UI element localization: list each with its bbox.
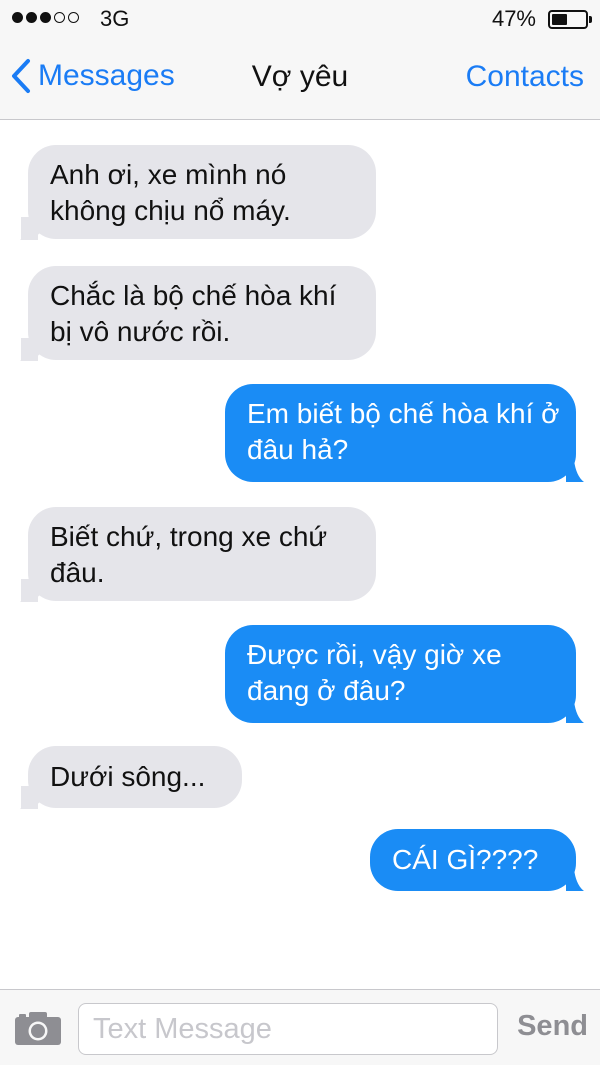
message-bubble-incoming[interactable]: Chắc là bộ chế hòa khí bị vô nước rồi. — [21, 266, 376, 360]
bubble-tail — [20, 339, 38, 361]
message-bubble-incoming[interactable]: Biết chứ, trong xe chứ đâu. — [21, 507, 376, 601]
signal-dot — [54, 12, 65, 23]
message-bubble-outgoing[interactable]: CÁI GÌ???? — [370, 829, 576, 891]
bubble-tail — [20, 580, 38, 602]
network-type: 3G — [100, 6, 130, 31]
message-bubble-outgoing[interactable]: Em biết bộ chế hòa khí ở đâu hả? — [225, 384, 576, 482]
signal-dot — [26, 12, 37, 23]
signal-dot — [40, 12, 51, 23]
contacts-button[interactable]: Contacts — [466, 60, 584, 94]
bubble-tail — [20, 218, 38, 240]
message-input-bar: Text Message Send — [0, 989, 600, 1065]
bubble-tail — [566, 460, 584, 482]
battery-level — [552, 14, 567, 25]
bubble-tail — [20, 787, 38, 809]
status-bar: 3G 47% — [0, 0, 600, 40]
bubble-tail — [566, 701, 584, 723]
signal-dot — [12, 12, 23, 23]
battery-percent: 47% — [491, 6, 536, 31]
message-bubble-outgoing[interactable]: Được rồi, vậy giờ xe đang ở đâu? — [225, 625, 576, 723]
signal-strength-icon — [12, 12, 79, 23]
camera-icon[interactable] — [14, 1010, 62, 1046]
send-button[interactable]: Send — [517, 1010, 588, 1043]
nav-bar: Messages Vợ yêu Contacts — [0, 40, 600, 120]
message-bubble-incoming[interactable]: Dưới sông... — [21, 746, 242, 808]
battery-icon — [548, 10, 592, 29]
signal-dot — [68, 12, 79, 23]
message-bubble-incoming[interactable]: Anh ơi, xe mình nó không chịu nổ máy. — [21, 145, 376, 239]
bubble-tail — [566, 869, 584, 891]
text-message-input[interactable]: Text Message — [78, 1003, 498, 1055]
